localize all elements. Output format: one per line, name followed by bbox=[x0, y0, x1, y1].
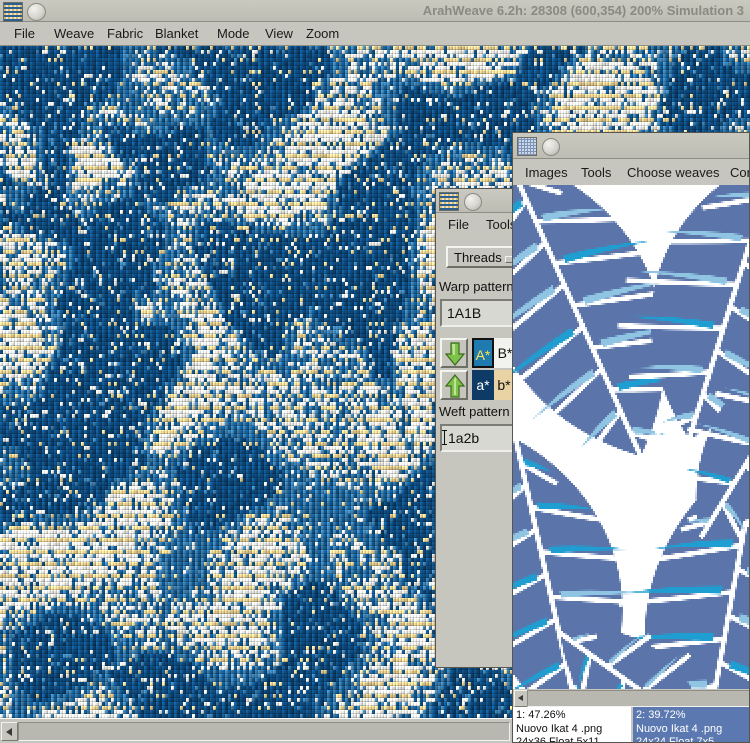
weave-slot-2[interactable]: 2: 39.72% Nuovo Ikat 4 .png 24x24 Float … bbox=[633, 707, 749, 743]
scroll-left-icon[interactable] bbox=[1, 722, 18, 741]
warp-pattern-label: Warp pattern bbox=[439, 279, 514, 294]
weave-slot-1-info: 1: 47.26% Nuovo Ikat 4 .png 24x36 Float … bbox=[513, 707, 631, 743]
warp-down-button[interactable] bbox=[440, 338, 468, 368]
threads-dialog-titlebar bbox=[436, 189, 516, 213]
weave-menu-choose-weaves[interactable]: Choose weaves bbox=[627, 164, 720, 181]
design-image-canvas[interactable] bbox=[513, 185, 749, 689]
weave-menubar: Images Tools Choose weaves Con bbox=[513, 159, 749, 185]
scrollbar-trough[interactable] bbox=[527, 690, 749, 707]
warp-pattern-input[interactable]: 1A1B bbox=[440, 299, 516, 327]
weave-slot-1[interactable]: 1: 47.26% Nuovo Ikat 4 .png 24x36 Float … bbox=[513, 707, 631, 743]
weft-pattern-label: Weft pattern bbox=[439, 404, 510, 419]
arrow-down-icon bbox=[445, 342, 465, 366]
scrollbar-trough[interactable] bbox=[18, 722, 510, 741]
weave-slot-1-spec: 24x36 Float 5x11 bbox=[516, 736, 600, 743]
threads-menu-file[interactable]: File bbox=[448, 216, 469, 234]
menu-file[interactable]: File bbox=[8, 25, 41, 43]
threads-type-value: Threads bbox=[454, 250, 502, 265]
design-horizontal-scrollbar[interactable] bbox=[513, 689, 749, 707]
warp-pattern-value: 1A1B bbox=[447, 305, 482, 321]
menu-view[interactable]: View bbox=[259, 25, 299, 43]
weave-window-menu-button[interactable] bbox=[542, 138, 560, 156]
menu-zoom[interactable]: Zoom bbox=[300, 25, 345, 43]
scroll-left-icon[interactable] bbox=[514, 690, 528, 707]
weft-color-a[interactable]: a* bbox=[472, 370, 494, 400]
text-caret bbox=[442, 430, 447, 445]
weave-slot-2-file: Nuovo Ikat 4 .png bbox=[636, 722, 723, 735]
weave-dialog-titlebar bbox=[513, 133, 749, 159]
page-title: ArahWeave 6.2h: 28308 (600,354) 200% Sim… bbox=[422, 3, 744, 18]
menu-blanket[interactable]: Blanket bbox=[149, 25, 204, 43]
weave-menu-images[interactable]: Images bbox=[525, 164, 568, 181]
menu-weave[interactable]: Weave bbox=[48, 25, 100, 43]
weave-menu-tools[interactable]: Tools bbox=[581, 164, 611, 181]
threads-type-dropdown[interactable]: Threads bbox=[446, 246, 516, 268]
weft-up-button[interactable] bbox=[440, 370, 468, 400]
weave-slot-1-index: 1: 47.26% bbox=[516, 709, 566, 721]
main-titlebar: ArahWeave 6.2h: 28308 (600,354) 200% Sim… bbox=[0, 0, 750, 22]
main-menubar: File Weave Fabric Blanket Mode View Zoom bbox=[0, 22, 750, 46]
arrow-up-icon bbox=[445, 374, 465, 398]
fabric-horizontal-scrollbar[interactable] bbox=[0, 718, 512, 743]
warp-color-a[interactable]: A* bbox=[472, 338, 494, 368]
weave-slot-2-index: 2: 39.72% bbox=[636, 709, 686, 721]
weave-slot-2-spec: 24x24 Float 7x5 bbox=[636, 736, 715, 743]
weave-editor-dialog: Images Tools Choose weaves Con 1: 47.26%… bbox=[512, 132, 750, 743]
threads-window-menu-button[interactable] bbox=[464, 193, 482, 211]
fabric-swatch-icon bbox=[439, 192, 459, 211]
weave-menu-convert[interactable]: Con bbox=[730, 164, 749, 181]
threads-dialog: File Tools Threads Warp pattern 1A1B A* … bbox=[435, 188, 517, 668]
weft-pattern-input[interactable]: 1a2b bbox=[440, 424, 516, 452]
threads-menubar: File Tools bbox=[436, 213, 516, 237]
menu-fabric[interactable]: Fabric bbox=[101, 25, 149, 43]
weave-slot-1-file: Nuovo Ikat 4 .png bbox=[516, 722, 603, 735]
leaf-pattern-design bbox=[513, 185, 749, 689]
arahweave-main-window: ArahWeave 6.2h: 28308 (600,354) 200% Sim… bbox=[0, 0, 750, 743]
weft-pattern-value: 1a2b bbox=[448, 430, 480, 446]
weave-slot-2-info: 2: 39.72% Nuovo Ikat 4 .png 24x24 Float … bbox=[633, 707, 749, 743]
menu-mode[interactable]: Mode bbox=[211, 25, 256, 43]
grid-swatch-icon bbox=[517, 137, 537, 156]
